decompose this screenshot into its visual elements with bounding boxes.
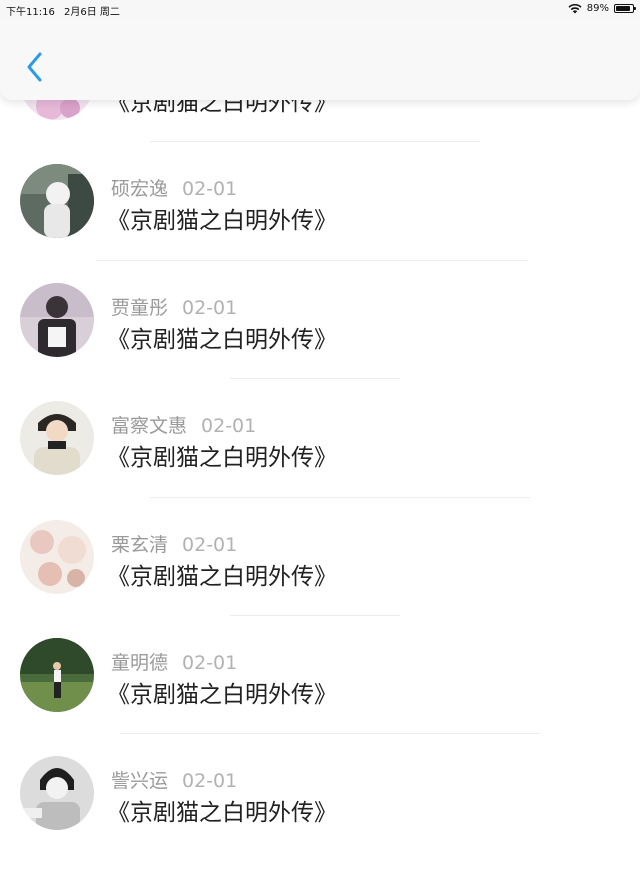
comment-date: 02-01 — [201, 415, 257, 437]
list-item[interactable]: 贾童彤 02-01 《京剧猫之白明外传》 — [0, 283, 640, 401]
battery-fill — [616, 6, 631, 11]
wifi-icon — [568, 3, 582, 14]
avatar — [20, 283, 94, 357]
navigation-bar — [0, 18, 640, 100]
comment-meta: 富察文惠 02-01 — [111, 411, 256, 438]
comment-list: 《京剧猫之白明外传》 硕宏逸 02-01 《京剧猫之白明外传》 贾童彤 02-0… — [0, 0, 640, 853]
avatar — [20, 756, 94, 830]
user-name: 訾兴运 — [111, 770, 169, 792]
divider — [230, 615, 400, 616]
comment-date: 02-01 — [182, 178, 238, 200]
list-item[interactable]: 硕宏逸 02-01 《京剧猫之白明外传》 — [0, 164, 640, 282]
avatar — [20, 164, 94, 238]
comment-meta: 訾兴运 02-01 — [111, 766, 237, 793]
divider — [150, 497, 530, 498]
comment-date: 02-01 — [182, 297, 238, 319]
list-item[interactable]: 童明德 02-01 《京剧猫之白明外传》 — [0, 638, 640, 756]
avatar — [20, 520, 94, 594]
user-name: 贾童彤 — [111, 297, 169, 319]
divider — [150, 141, 480, 142]
user-name: 童明德 — [111, 652, 169, 674]
status-bar-right: 89% — [568, 3, 636, 14]
list-item[interactable]: 富察文惠 02-01 《京剧猫之白明外传》 — [0, 401, 640, 519]
list-item[interactable]: 訾兴运 02-01 《京剧猫之白明外传》 — [0, 756, 640, 874]
divider — [96, 260, 528, 261]
user-name: 硕宏逸 — [111, 178, 169, 200]
comment-title: 《京剧猫之白明外传》 — [107, 564, 337, 590]
status-bar: 下午11:16 2月6日 周二 89% — [0, 0, 640, 18]
avatar — [20, 401, 94, 475]
divider — [230, 378, 400, 379]
comment-meta: 贾童彤 02-01 — [111, 293, 237, 320]
comment-meta: 栗玄清 02-01 — [111, 530, 237, 557]
comment-date: 02-01 — [182, 534, 238, 556]
comment-title: 《京剧猫之白明外传》 — [107, 208, 337, 234]
comment-meta: 童明德 02-01 — [111, 648, 237, 675]
comment-title: 《京剧猫之白明外传》 — [107, 445, 337, 471]
comment-date: 02-01 — [182, 770, 238, 792]
list-item[interactable]: 栗玄清 02-01 《京剧猫之白明外传》 — [0, 520, 640, 638]
comment-title: 《京剧猫之白明外传》 — [107, 800, 337, 826]
user-name: 栗玄清 — [111, 534, 169, 556]
comment-title: 《京剧猫之白明外传》 — [107, 682, 337, 708]
user-name: 富察文惠 — [111, 415, 188, 437]
status-bar-left: 下午11:16 2月6日 周二 — [6, 3, 126, 18]
avatar — [20, 638, 94, 712]
battery-icon — [614, 4, 636, 13]
comment-date: 02-01 — [182, 652, 238, 674]
comment-meta: 硕宏逸 02-01 — [111, 174, 237, 201]
status-time: 下午11:16 — [6, 7, 55, 18]
battery-percentage: 89% — [586, 3, 609, 14]
divider — [120, 733, 540, 734]
chevron-left-icon[interactable] — [22, 50, 48, 84]
comment-title: 《京剧猫之白明外传》 — [107, 327, 337, 353]
status-date: 2月6日 周二 — [64, 7, 120, 18]
